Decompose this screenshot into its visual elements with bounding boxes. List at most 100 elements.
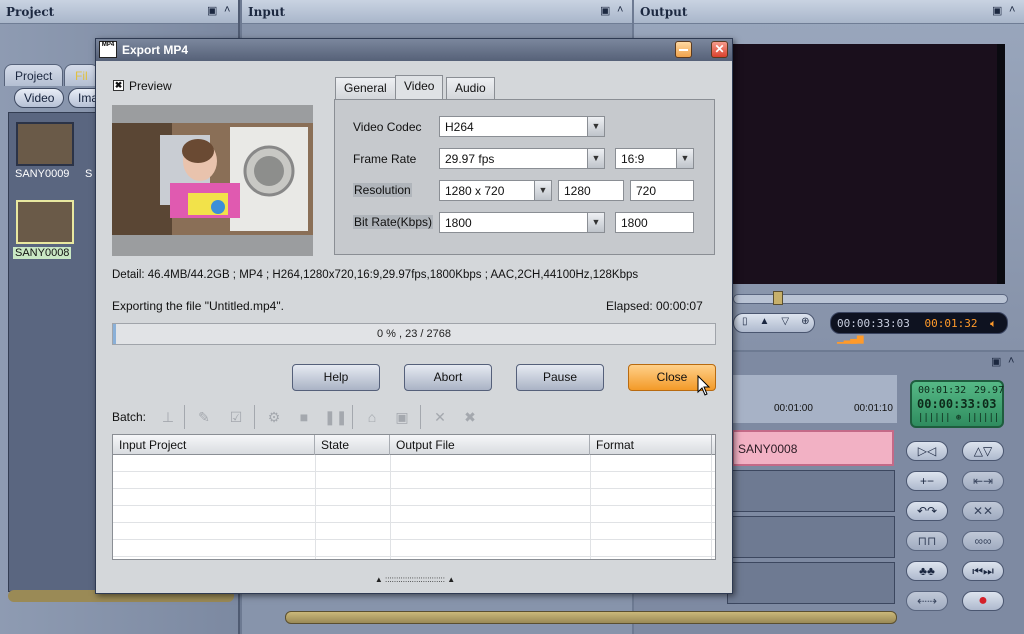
project-panel-header: Project ▣ ˄	[0, 0, 238, 24]
chevron-down-icon[interactable]: ▼	[587, 213, 604, 232]
timeline-track[interactable]	[727, 470, 895, 512]
abort-button[interactable]: Abort	[404, 364, 492, 391]
preview-checkbox[interactable]: ✖	[113, 80, 124, 91]
splitter-handle[interactable]: ▲ ::::::::::::::::::::::::::: ▲	[362, 575, 468, 584]
filter-video-button[interactable]: Video	[14, 88, 65, 108]
mark-in-out-button[interactable]: ▷◁	[906, 441, 948, 461]
chevron-down-icon[interactable]: ▼	[587, 149, 604, 168]
timeline-track[interactable]	[727, 562, 895, 604]
tab-project[interactable]: Project	[4, 64, 64, 86]
table-row[interactable]	[113, 523, 715, 540]
tab-video[interactable]: Video	[395, 75, 444, 100]
resolution-width-input[interactable]: 1280	[558, 180, 624, 201]
mouse-cursor-icon	[697, 375, 711, 396]
batch-stop-icon[interactable]: ■	[294, 407, 314, 427]
batch-edit-icon[interactable]: ✎	[194, 407, 214, 427]
lcd-duration: 00:01:32	[918, 385, 967, 396]
frame-rate-select[interactable]: 29.97 fps ▼	[439, 148, 605, 169]
table-row[interactable]	[113, 540, 715, 557]
minimize-icon	[679, 49, 688, 51]
record-button[interactable]: ●	[962, 591, 1004, 611]
maximize-icon[interactable]: ▣	[992, 4, 1002, 17]
batch-add-icon[interactable]: ⊥	[158, 407, 178, 427]
thumbnail-sany0008[interactable]	[16, 200, 74, 244]
dialog-titlebar[interactable]: MP4 Export MP4 ✕	[96, 39, 732, 61]
lock-button[interactable]: ⊓⊓	[906, 531, 948, 551]
seek-handle[interactable]	[773, 291, 783, 305]
output-video-screen	[727, 44, 1005, 284]
batch-remove-icon[interactable]: ✕	[430, 407, 450, 427]
batch-clear-icon[interactable]: ✖	[460, 407, 480, 427]
collapse-icon[interactable]: ˄	[617, 4, 623, 16]
input-panel-title: Input	[248, 5, 285, 19]
help-button[interactable]: Help	[292, 364, 380, 391]
duration-time: 00:01:32	[924, 317, 978, 330]
elapsed-time: Elapsed: 00:00:07	[606, 299, 703, 313]
collapse-icon[interactable]: ˄	[1008, 355, 1014, 367]
link-button[interactable]: ∞∞	[962, 531, 1004, 551]
table-row[interactable]	[113, 455, 715, 472]
pause-button[interactable]: Pause	[516, 364, 604, 391]
playback-controls[interactable]: ▯▲▽⊕	[733, 313, 815, 333]
maximize-icon[interactable]: ▣	[600, 4, 610, 17]
bit-rate-label: Bit Rate(Kbps)	[353, 215, 434, 229]
table-row[interactable]	[113, 506, 715, 523]
batch-label: Batch:	[112, 410, 147, 424]
bit-rate-select[interactable]: 1800 ▼	[439, 212, 605, 233]
video-codec-value: H264	[445, 120, 474, 134]
delete-button[interactable]: ✕✕	[962, 501, 1004, 521]
skip-button[interactable]: ⏮⏭	[962, 561, 1004, 581]
batch-check-icon[interactable]: ☑	[226, 407, 246, 427]
nav-button[interactable]: ⇠⇢	[906, 591, 948, 611]
output-panel-title: Output	[640, 5, 688, 19]
maximize-icon[interactable]: ▣	[207, 4, 217, 17]
progress-text: 0 % , 23 / 2768	[377, 328, 451, 340]
undo-redo-button[interactable]: ↶↷	[906, 501, 948, 521]
bit-rate-value: 1800	[445, 216, 472, 230]
thumbnail-sany0009[interactable]	[16, 122, 74, 166]
close-icon: ✕	[714, 42, 725, 56]
maximize-icon[interactable]: ▣	[991, 355, 1001, 368]
aspect-ratio-select[interactable]: 16:9 ▼	[615, 148, 694, 169]
zoom-button[interactable]: +−	[906, 471, 948, 491]
aspect-ratio-value: 16:9	[621, 152, 645, 166]
tab-audio[interactable]: Audio	[446, 77, 495, 99]
column-state[interactable]: State	[315, 435, 390, 455]
minimize-button[interactable]	[675, 41, 692, 58]
timeline-clip[interactable]: SANY0008	[732, 430, 894, 466]
timeline-track[interactable]	[727, 516, 895, 558]
resolution-select[interactable]: 1280 x 720 ▼	[439, 180, 552, 201]
output-panel-header: Output ▣ ˄	[634, 0, 1024, 24]
trim-button[interactable]: ⇤⇥	[962, 471, 1004, 491]
tab-general[interactable]: General	[335, 77, 396, 99]
thumbnail-label-selected: SANY0008	[13, 247, 72, 259]
column-input-project[interactable]: Input Project	[113, 435, 315, 455]
close-window-button[interactable]: ✕	[711, 41, 728, 58]
up-down-button[interactable]: △▽	[962, 441, 1004, 461]
column-format[interactable]: Format	[590, 435, 712, 455]
batch-table: Input Project State Output File Format	[112, 434, 716, 560]
timeline-scrollbar[interactable]	[285, 611, 897, 624]
resolution-label: Resolution	[353, 183, 412, 197]
collapse-icon[interactable]: ˄	[224, 4, 230, 16]
column-output-file[interactable]: Output File	[390, 435, 590, 455]
batch-open-icon[interactable]: ⌂	[362, 407, 382, 427]
ruler-label: 00:01:00	[774, 403, 813, 414]
video-codec-select[interactable]: H264 ▼	[439, 116, 605, 137]
table-row[interactable]	[113, 472, 715, 489]
audio-button[interactable]: ♣♣	[906, 561, 948, 581]
timeline-ruler[interactable]	[733, 375, 897, 423]
tab-file[interactable]: Fil	[64, 64, 99, 86]
collapse-icon[interactable]: ˄	[1009, 4, 1015, 16]
chevron-down-icon[interactable]: ▼	[676, 149, 693, 168]
chevron-down-icon[interactable]: ▼	[587, 117, 604, 136]
batch-run-icon[interactable]: ⚙	[264, 407, 284, 427]
resolution-height-input[interactable]: 720	[630, 180, 694, 201]
project-panel-title: Project	[6, 5, 55, 19]
table-row[interactable]	[113, 489, 715, 506]
batch-pause-icon[interactable]: ❚❚	[324, 407, 347, 427]
bit-rate-input[interactable]: 1800	[615, 212, 694, 233]
export-dialog: MP4 Export MP4 ✕ ✖ Preview General Video…	[95, 38, 733, 594]
batch-save-icon[interactable]: ▣	[392, 407, 412, 427]
chevron-down-icon[interactable]: ▼	[534, 181, 551, 200]
